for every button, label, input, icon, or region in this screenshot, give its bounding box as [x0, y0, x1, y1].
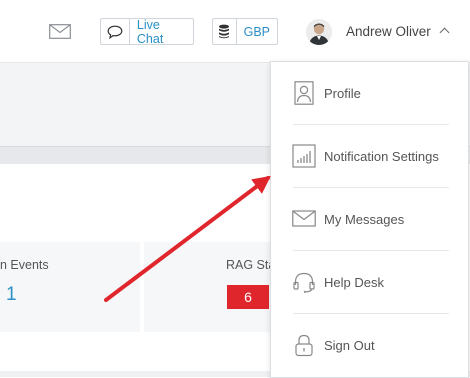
menu-item-my-messages[interactable]: My Messages: [271, 188, 468, 250]
headset-icon: [293, 272, 315, 293]
menu-item-notification-settings[interactable]: Notification Settings: [271, 125, 468, 187]
user-menu-dropdown: Profile Notification Settings My Message…: [270, 61, 469, 378]
menu-item-label: Notification Settings: [324, 149, 439, 164]
menu-item-label: Help Desk: [324, 275, 384, 290]
menu-item-profile[interactable]: Profile: [271, 62, 468, 124]
currency-selector[interactable]: GBP: [212, 18, 278, 45]
live-chat-button[interactable]: Live Chat: [100, 17, 194, 46]
events-count[interactable]: 1: [6, 284, 17, 306]
user-name[interactable]: Andrew Oliver: [346, 24, 431, 39]
events-card-title: n Events: [0, 258, 49, 272]
padlock-icon: [295, 334, 313, 357]
avatar[interactable]: [306, 19, 332, 45]
mail-icon[interactable]: [49, 24, 71, 39]
signal-bars-icon: [292, 144, 316, 168]
rag-red-badge[interactable]: 6: [227, 285, 269, 309]
menu-item-label: My Messages: [324, 212, 405, 227]
envelope-icon: [292, 210, 316, 227]
menu-item-sign-out[interactable]: Sign Out: [271, 314, 468, 376]
menu-item-label: Sign Out: [324, 338, 375, 353]
live-chat-label: Live Chat: [136, 17, 164, 46]
events-card: [0, 242, 140, 332]
menu-item-label: Profile: [324, 86, 361, 101]
profile-icon: [294, 81, 314, 105]
rag-status-title: RAG Sta: [226, 258, 276, 272]
chat-bubble-icon: [101, 19, 130, 44]
top-bar: Live Chat GBP Andrew Oliver: [0, 0, 470, 62]
chevron-up-icon[interactable]: [439, 27, 450, 38]
coins-icon: [213, 19, 237, 44]
menu-item-help-desk[interactable]: Help Desk: [271, 251, 468, 313]
currency-label: GBP: [243, 24, 270, 39]
